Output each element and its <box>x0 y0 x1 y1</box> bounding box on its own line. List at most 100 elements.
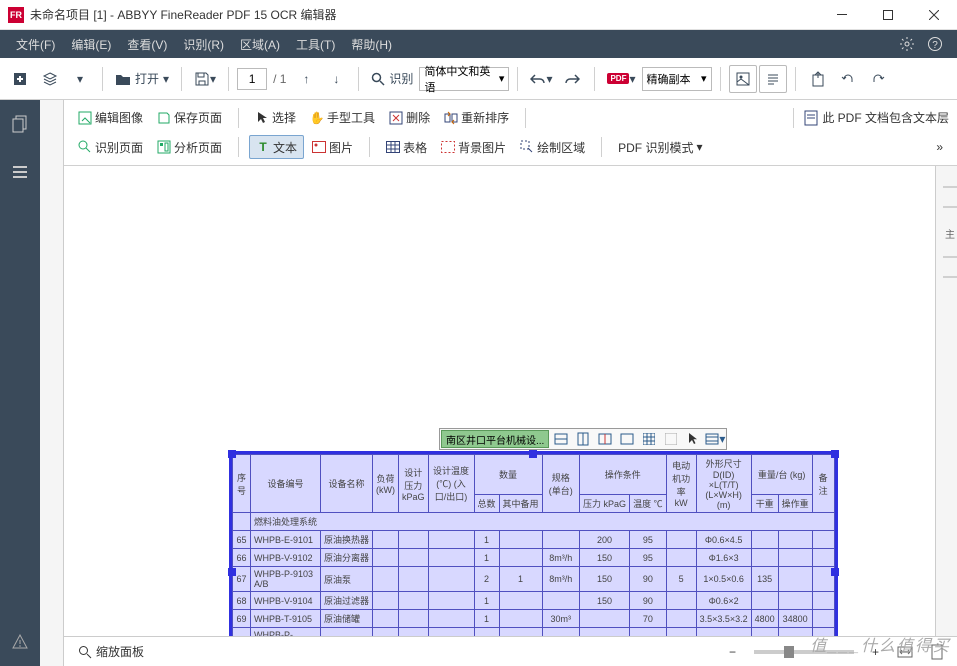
menu-edit[interactable]: 编辑(E) <box>63 30 119 58</box>
minimize-button[interactable] <box>819 0 865 30</box>
analyze-page-button[interactable]: 分析页面 <box>151 135 228 159</box>
rotate-right-icon[interactable] <box>864 65 892 93</box>
properties-panel-collapsed[interactable]: 主 <box>935 166 957 636</box>
list-icon[interactable] <box>6 158 34 186</box>
close-button[interactable] <box>911 0 957 30</box>
rotate-left-icon[interactable] <box>834 65 862 93</box>
table-selection-region[interactable]: 序号 设备编号 设备名称 负荷 (kW) 设计压力 kPaG 设计温度 (℃) … <box>229 451 838 636</box>
pdf-text-layer-info: 此 PDF 文档包含文本层 <box>804 109 949 126</box>
layers-icon[interactable] <box>36 65 64 93</box>
settings-icon[interactable] <box>893 30 921 58</box>
menu-recognize[interactable]: 识别(R) <box>175 30 232 58</box>
titlebar: FR 未命名项目 [1] - ABBYY FineReader PDF 15 O… <box>0 0 957 30</box>
export-icon[interactable] <box>804 65 832 93</box>
table-row: 66WHPB-V-9102原油分离器18m³/h15095Φ1.6×3 <box>233 549 835 567</box>
save-page-button[interactable]: 保存页面 <box>151 106 228 130</box>
maximize-button[interactable] <box>865 0 911 30</box>
layout-image-button[interactable] <box>729 65 757 93</box>
table-section-row: 燃料油处理系统 <box>233 513 835 531</box>
table-row: 65WHPB-E-9101原油换热器120095Φ0.6×4.5 <box>233 531 835 549</box>
zoom-slider-thumb[interactable] <box>784 646 794 658</box>
document-page: 南区井口平台机械设... ▾ <box>84 176 904 606</box>
recognized-table: 序号 设备编号 设备名称 负荷 (kW) 设计压力 kPaG 设计温度 (℃) … <box>232 454 835 636</box>
zoom-slider[interactable] <box>754 650 854 654</box>
menu-help[interactable]: 帮助(H) <box>343 30 400 58</box>
grid-icon[interactable]: ▾ <box>66 65 94 93</box>
zoom-out-button[interactable]: − <box>723 643 742 661</box>
resize-handle[interactable] <box>529 450 537 458</box>
recognize-button[interactable]: 识别 <box>367 65 417 93</box>
chevron-right-icon[interactable]: » <box>930 135 949 159</box>
svg-text:?: ? <box>932 40 938 51</box>
th-spec: 规格 (单台) <box>542 455 580 513</box>
grid-off-icon[interactable] <box>660 429 682 449</box>
resize-handle[interactable] <box>831 450 839 458</box>
recognize-page-button[interactable]: 识别页面 <box>72 135 149 159</box>
new-button[interactable] <box>6 65 34 93</box>
split-cell-icon[interactable] <box>594 429 616 449</box>
table-context-toolbar: 南区井口平台机械设... ▾ <box>439 428 727 450</box>
fit-width-icon[interactable] <box>891 644 919 660</box>
pdf-export-button[interactable]: PDF ▾ <box>603 65 639 93</box>
resize-handle[interactable] <box>228 568 236 576</box>
pages-panel-collapsed[interactable]: 显示页面 (F5) <box>40 100 64 666</box>
fit-page-icon[interactable] <box>925 642 949 662</box>
document-area: 南区井口平台机械设... ▾ <box>64 166 957 636</box>
th-qty-spare: 其中备用 <box>499 495 542 513</box>
th-remark: 备注 <box>812 455 834 513</box>
reorder-button[interactable]: 重新排序 <box>438 106 515 130</box>
menu-file[interactable]: 文件(F) <box>8 30 63 58</box>
more-icon[interactable]: ▾ <box>704 429 726 449</box>
delete-button[interactable]: 删除 <box>383 106 436 130</box>
redo-button[interactable] <box>558 65 586 93</box>
document-scroll[interactable]: 南区井口平台机械设... ▾ <box>64 166 935 636</box>
help-icon[interactable]: ? <box>921 30 949 58</box>
page-number-input[interactable] <box>237 68 267 90</box>
th-opcond: 操作条件 <box>580 455 667 495</box>
language-select[interactable]: 简体中文和英语▾ <box>419 67 509 91</box>
zoom-in-button[interactable]: + <box>866 643 885 661</box>
save-icon[interactable]: ▾ <box>190 65 220 93</box>
add-row-icon[interactable] <box>550 429 572 449</box>
edit-image-button[interactable]: 编辑图像 <box>72 106 149 130</box>
grid-on-icon[interactable] <box>638 429 660 449</box>
menu-view[interactable]: 查看(V) <box>119 30 175 58</box>
table-caption-field[interactable]: 南区井口平台机械设... <box>441 430 549 448</box>
precise-copy-select[interactable]: 精确副本▾ <box>642 67 712 91</box>
th-motor: 电动机功率 kW <box>666 455 696 513</box>
draw-area-button[interactable]: 绘制区域 <box>514 135 591 159</box>
bg-image-button[interactable]: 背景图片 <box>435 135 512 159</box>
window-title: 未命名项目 [1] - ABBYY FineReader PDF 15 OCR … <box>30 6 819 23</box>
image-area-button[interactable]: 图片 <box>306 135 359 159</box>
layout-text-button[interactable] <box>759 65 787 93</box>
zoom-panel-button[interactable]: 缩放面板 <box>72 641 150 662</box>
pages-icon[interactable] <box>6 110 34 138</box>
context-toolbar: 编辑图像 保存页面 选择 ✋手型工具 删除 重新排序 此 PDF 文档包含文本层… <box>64 100 957 166</box>
undo-button[interactable]: ▾ <box>526 65 556 93</box>
merge-cell-icon[interactable] <box>616 429 638 449</box>
th-temp: 设计温度 (℃) (入口/出口) <box>428 455 474 513</box>
warning-icon[interactable] <box>6 628 34 656</box>
th-op: 操作重 <box>778 495 812 513</box>
add-col-icon[interactable] <box>572 429 594 449</box>
resize-handle[interactable] <box>831 568 839 576</box>
table-area-button[interactable]: 表格 <box>380 135 433 159</box>
th-dims: 外形尺寸 D(ID) ×L(T/T) (L×W×H) (m) <box>696 455 751 513</box>
text-area-button[interactable]: T文本 <box>249 135 304 159</box>
menu-tools[interactable]: 工具(T) <box>288 30 343 58</box>
select-tool-button[interactable]: 选择 <box>249 106 302 130</box>
hand-tool-button[interactable]: ✋手型工具 <box>304 106 381 130</box>
th-op-pressure: 压力 kPaG <box>580 495 630 513</box>
pointer-icon[interactable] <box>682 429 704 449</box>
open-button[interactable]: 打开 ▾ <box>111 65 173 93</box>
th-op-temp: 温度 ℃ <box>630 495 667 513</box>
page-up-button[interactable]: ↑ <box>292 65 320 93</box>
th-load: 负荷 (kW) <box>373 455 399 513</box>
menu-area[interactable]: 区域(A) <box>232 30 288 58</box>
th-qty: 数量 <box>474 455 542 495</box>
resize-handle[interactable] <box>228 450 236 458</box>
pdf-recognition-mode-button[interactable]: PDF 识别模式 ▾ <box>612 135 708 159</box>
page-down-button[interactable]: ↓ <box>322 65 350 93</box>
table-row: 68WHPB-V-9104原油过滤器115090Φ0.6×2 <box>233 592 835 610</box>
properties-hint: 主 <box>945 226 955 241</box>
